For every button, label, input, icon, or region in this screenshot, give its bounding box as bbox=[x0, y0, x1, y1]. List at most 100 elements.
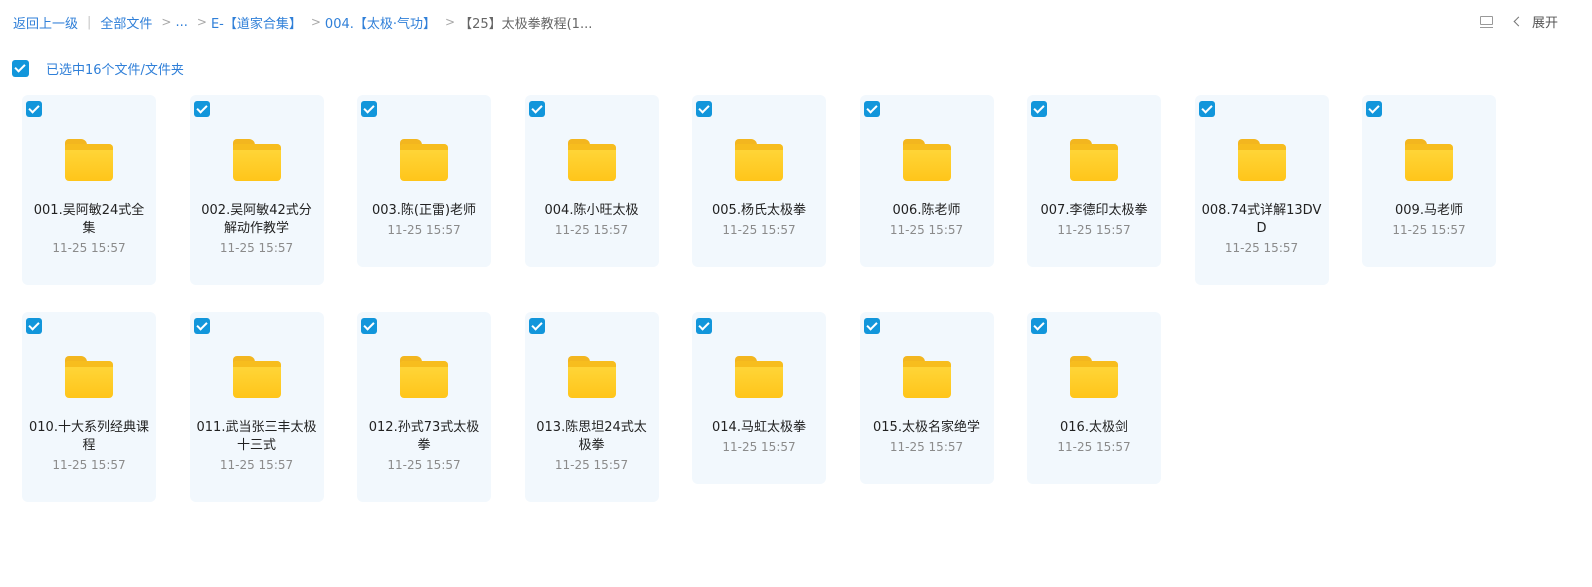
folder-date: 11-25 15:57 bbox=[722, 440, 796, 454]
folder-name: 010.十大系列经典课程 bbox=[29, 420, 149, 453]
folder-icon bbox=[902, 356, 951, 398]
breadcrumb-all-files[interactable]: 全部文件 bbox=[100, 13, 152, 32]
breadcrumb-level2[interactable]: 004.【太极·气功】 bbox=[325, 13, 436, 32]
folder-checkbox[interactable] bbox=[696, 101, 712, 117]
folder-checkbox[interactable] bbox=[361, 318, 377, 334]
folder-icon bbox=[1237, 139, 1286, 181]
select-all-checkbox[interactable] bbox=[12, 60, 29, 77]
breadcrumb-level1[interactable]: E-【道家合集】 bbox=[211, 13, 302, 32]
folder-checkbox[interactable] bbox=[1198, 101, 1215, 117]
expand-label: 展开 bbox=[1531, 16, 1558, 31]
folder-icon bbox=[232, 139, 281, 181]
folder-item[interactable]: 010.十大系列经典课程 11-25 15:57 bbox=[22, 312, 156, 502]
folder-item[interactable]: 008.74式详解13DVD 11-25 15:57 bbox=[1194, 95, 1329, 285]
folder-name: 002.吴阿敏42式分解动作教学 bbox=[201, 203, 312, 236]
folder-item[interactable]: 014.马虹太极拳 11-25 15:57 bbox=[692, 312, 826, 484]
folder-date: 11-25 15:57 bbox=[889, 223, 964, 237]
folder-checkbox[interactable] bbox=[863, 101, 880, 117]
back-link[interactable]: 返回上一级 bbox=[13, 13, 78, 32]
folder-name: 009.马老师 bbox=[1395, 203, 1463, 218]
folder-icon bbox=[1070, 139, 1118, 181]
chevron-left-icon bbox=[1513, 16, 1524, 27]
folder-date: 11-25 15:57 bbox=[219, 458, 294, 472]
folder-icon bbox=[65, 356, 113, 398]
view-mode-icon-frame bbox=[1479, 15, 1493, 25]
folder-date: 11-25 15:57 bbox=[52, 241, 126, 255]
folder-date: 11-25 15:57 bbox=[554, 458, 629, 472]
folder-checkbox[interactable] bbox=[193, 101, 210, 117]
breadcrumb-separator-icon: > bbox=[445, 15, 456, 29]
folder-checkbox[interactable] bbox=[1031, 101, 1047, 117]
breadcrumb-current: 【25】太极拳教程(1... bbox=[459, 16, 593, 32]
folder-checkbox[interactable] bbox=[1366, 101, 1382, 117]
folder-name: 007.李德印太极拳 bbox=[1040, 203, 1148, 218]
folder-name: 013.陈思坦24式太极拳 bbox=[536, 420, 647, 453]
folder-name: 006.陈老师 bbox=[892, 203, 961, 218]
folder-item[interactable]: 002.吴阿敏42式分解动作教学 11-25 15:57 bbox=[189, 95, 324, 285]
expand-button[interactable]: 展开 bbox=[1513, 12, 1558, 31]
folder-name: 005.杨氏太极拳 bbox=[712, 203, 806, 218]
folder-icon bbox=[400, 356, 448, 398]
folder-checkbox[interactable] bbox=[528, 101, 545, 117]
selection-bar: 已选中16个文件/文件夹 bbox=[12, 59, 184, 78]
folder-checkbox[interactable] bbox=[26, 318, 42, 334]
folder-item[interactable]: 003.陈(正雷)老师 11-25 15:57 bbox=[357, 95, 491, 267]
folder-checkbox[interactable] bbox=[1031, 318, 1047, 334]
folder-name: 014.马虹太极拳 bbox=[712, 420, 806, 435]
folder-date: 11-25 15:57 bbox=[52, 458, 126, 472]
folder-icon bbox=[567, 139, 616, 181]
breadcrumb-separator-icon: > bbox=[310, 15, 321, 29]
folder-checkbox[interactable] bbox=[193, 318, 210, 334]
folder-item[interactable]: 012.孙式73式太极拳 11-25 15:57 bbox=[357, 312, 491, 502]
folder-icon bbox=[400, 139, 448, 181]
folder-icon bbox=[1405, 139, 1453, 181]
folder-item[interactable]: 013.陈思坦24式太极拳 11-25 15:57 bbox=[524, 312, 659, 502]
folder-date: 11-25 15:57 bbox=[889, 440, 964, 454]
folder-name: 016.太极剑 bbox=[1060, 420, 1128, 435]
folder-item[interactable]: 009.马老师 11-25 15:57 bbox=[1362, 95, 1496, 267]
folder-grid: 001.吴阿敏24式全集 11-25 15:57 002.吴阿敏42式分解动作教学 1… bbox=[22, 95, 1496, 502]
folder-item[interactable]: 011.武当张三丰太极十三式 11-25 15:57 bbox=[189, 312, 324, 502]
folder-date: 11-25 15:57 bbox=[387, 458, 461, 472]
folder-item[interactable]: 007.李德印太极拳 11-25 15:57 bbox=[1027, 95, 1161, 267]
folder-checkbox[interactable] bbox=[696, 318, 712, 334]
breadcrumb-divider: | bbox=[87, 14, 92, 30]
folder-checkbox[interactable] bbox=[863, 318, 880, 334]
folder-name: 012.孙式73式太极拳 bbox=[368, 420, 480, 453]
folder-icon bbox=[1070, 356, 1118, 398]
folder-name: 015.太极名家绝学 bbox=[873, 420, 980, 435]
folder-date: 11-25 15:57 bbox=[219, 241, 294, 255]
folder-item[interactable]: 016.太极剑 11-25 15:57 bbox=[1027, 312, 1161, 484]
breadcrumb: 返回上一级 | 全部文件 > ... > E-【道家合集】 > 004.【太极·… bbox=[13, 12, 592, 32]
folder-name: 003.陈(正雷)老师 bbox=[371, 203, 477, 218]
folder-name: 011.武当张三丰太极十三式 bbox=[196, 420, 317, 453]
folder-item[interactable]: 001.吴阿敏24式全集 11-25 15:57 bbox=[22, 95, 156, 285]
folder-date: 11-25 15:57 bbox=[1224, 241, 1299, 255]
folder-item[interactable]: 015.太极名家绝学 11-25 15:57 bbox=[859, 312, 994, 484]
folder-date: 11-25 15:57 bbox=[387, 223, 461, 237]
folder-name: 004.陈小旺太极 bbox=[544, 203, 639, 218]
folder-name: 001.吴阿敏24式全集 bbox=[33, 203, 145, 236]
folder-checkbox[interactable] bbox=[361, 101, 377, 117]
folder-icon bbox=[232, 356, 281, 398]
breadcrumb-separator-icon: > bbox=[161, 15, 172, 29]
folder-checkbox[interactable] bbox=[528, 318, 545, 334]
breadcrumb-separator-icon: > bbox=[196, 15, 207, 29]
breadcrumb-ellipsis[interactable]: ... bbox=[175, 15, 187, 30]
folder-date: 11-25 15:57 bbox=[1392, 223, 1466, 237]
view-toolbar: 展开 bbox=[1479, 12, 1558, 31]
folder-icon bbox=[735, 139, 783, 181]
folder-item[interactable]: 005.杨氏太极拳 11-25 15:57 bbox=[692, 95, 826, 267]
folder-checkbox[interactable] bbox=[26, 101, 42, 117]
folder-date: 11-25 15:57 bbox=[554, 223, 629, 237]
folder-date: 11-25 15:57 bbox=[1057, 223, 1131, 237]
folder-date: 11-25 15:57 bbox=[722, 223, 796, 237]
folder-icon bbox=[65, 139, 113, 181]
folder-item[interactable]: 004.陈小旺太极 11-25 15:57 bbox=[524, 95, 659, 267]
folder-name: 008.74式详解13DVD bbox=[1201, 203, 1322, 236]
folder-date: 11-25 15:57 bbox=[1057, 440, 1131, 454]
selection-summary: 已选中16个文件/文件夹 bbox=[46, 63, 184, 78]
folder-icon bbox=[902, 139, 951, 181]
view-mode-icon[interactable] bbox=[1479, 15, 1493, 29]
folder-item[interactable]: 006.陈老师 11-25 15:57 bbox=[859, 95, 994, 267]
